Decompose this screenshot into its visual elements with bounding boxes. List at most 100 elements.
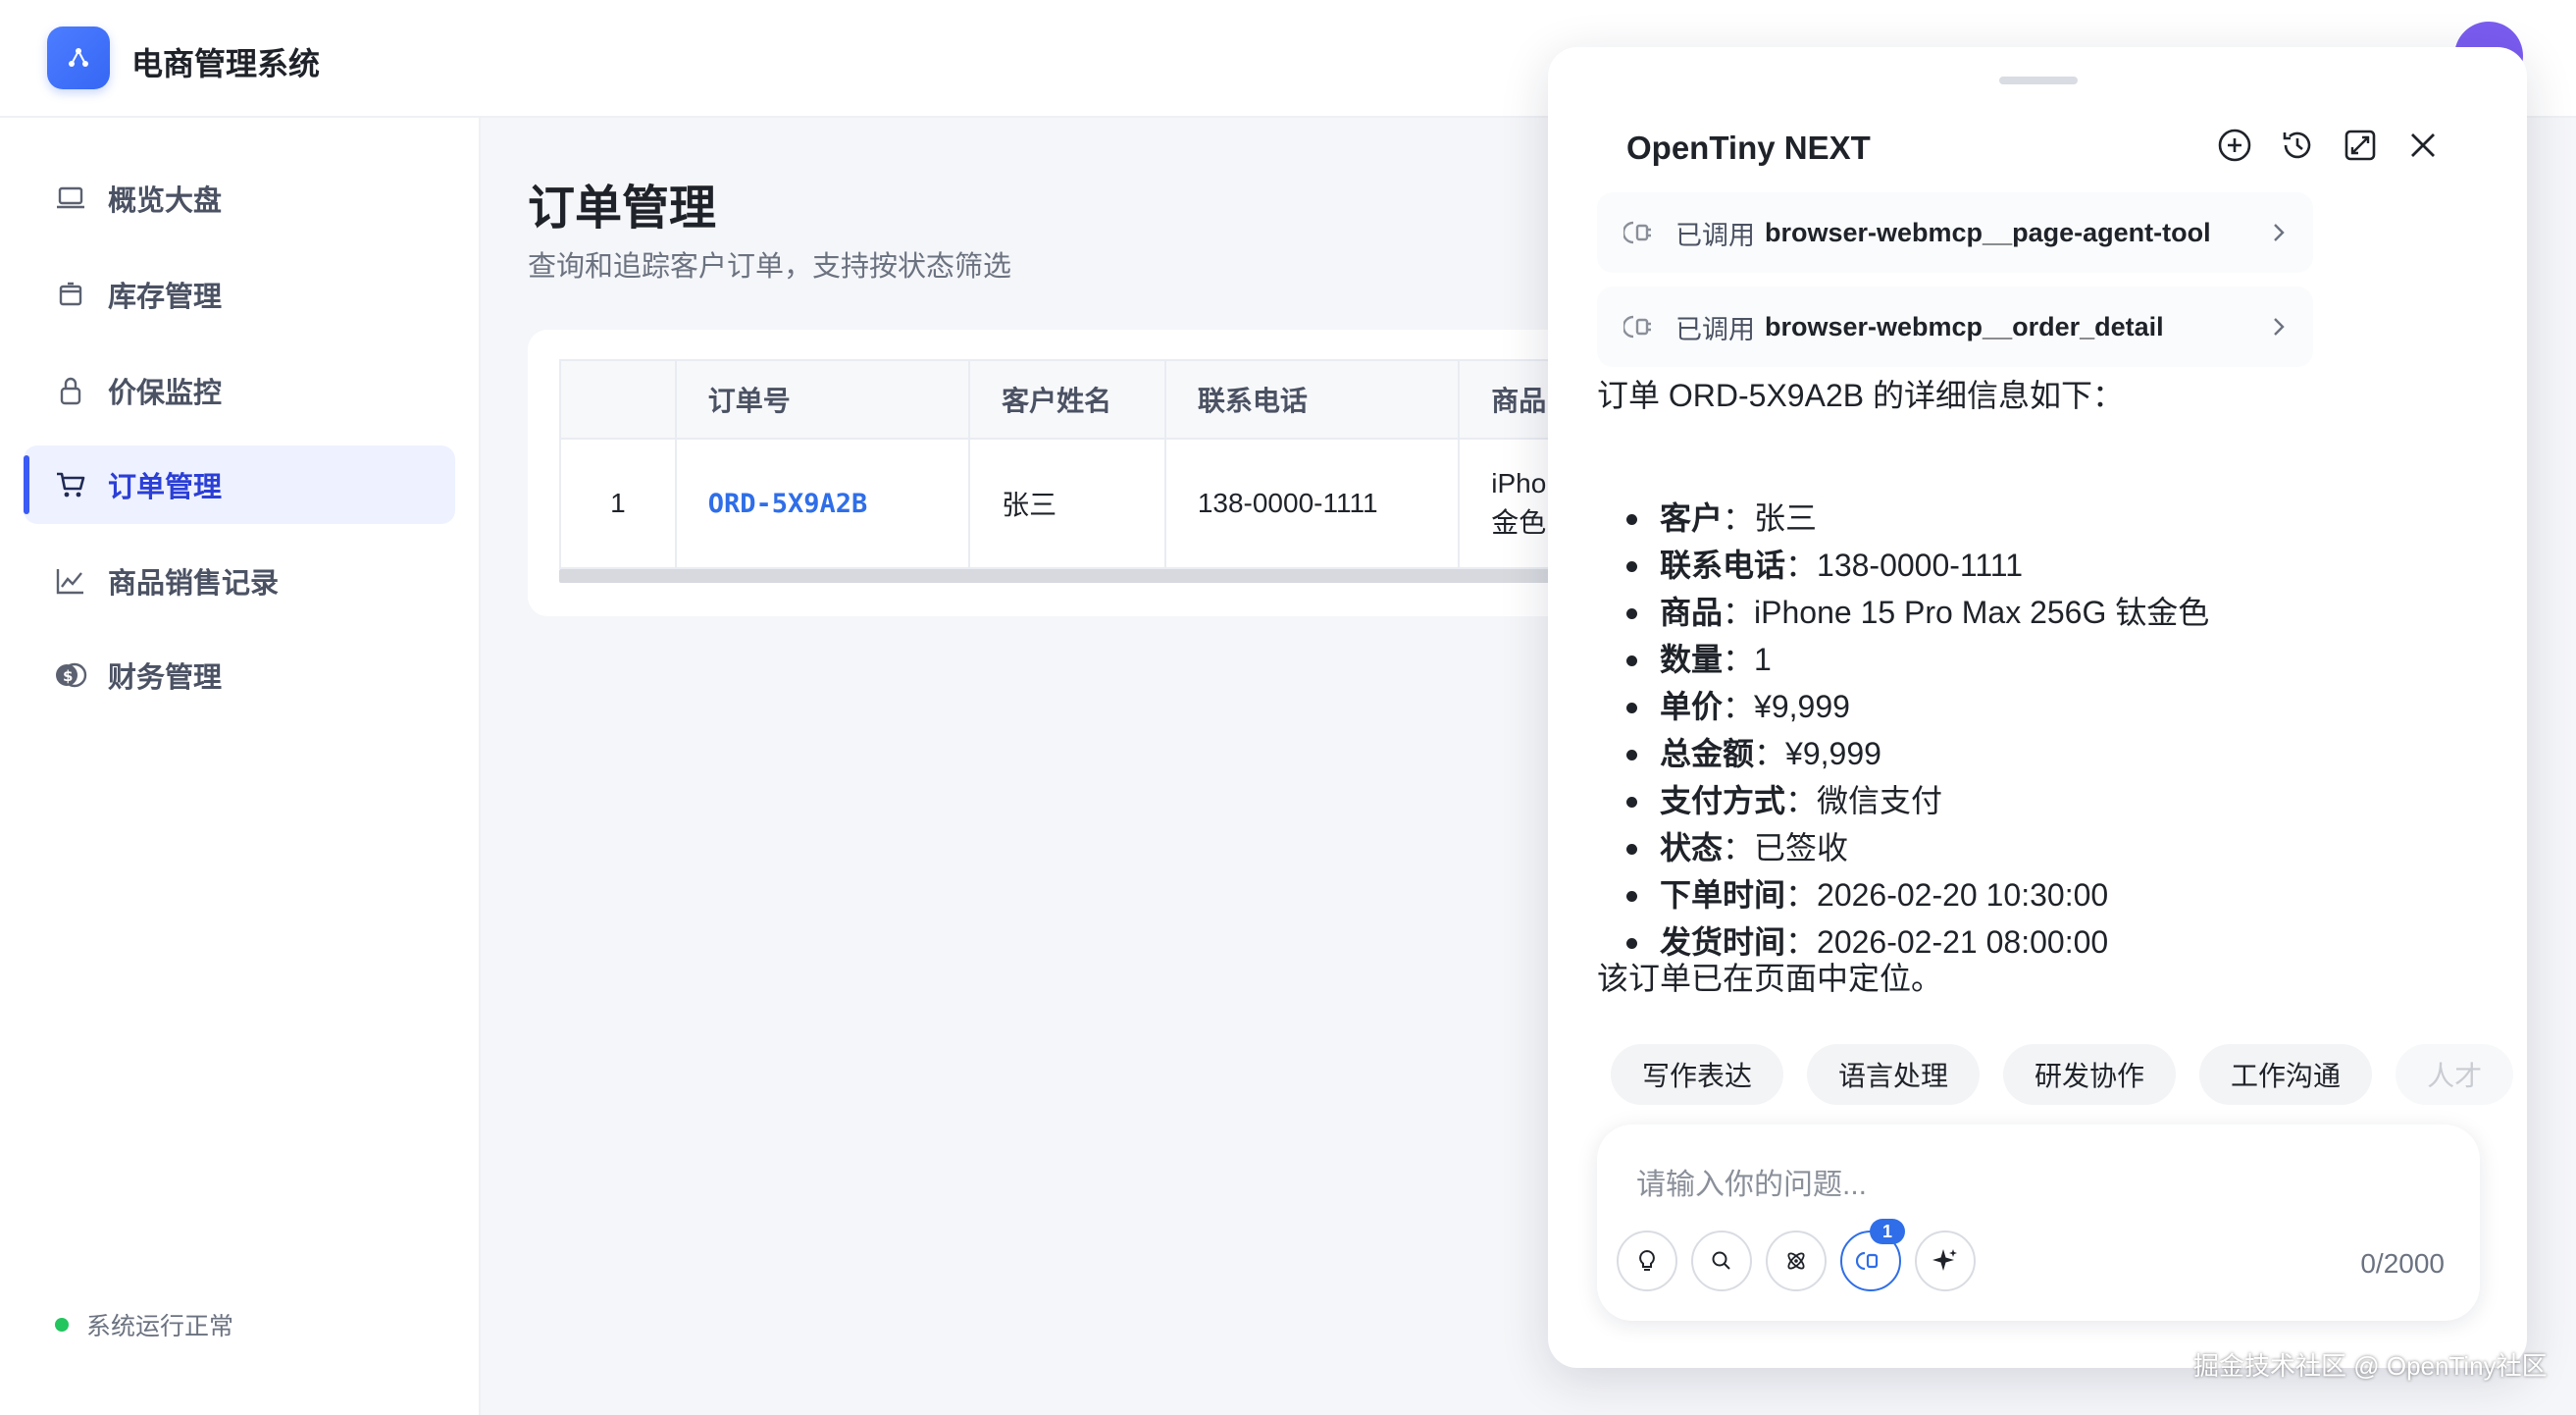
logo-icon: [69, 48, 88, 67]
chevron-right-icon: [2266, 312, 2292, 341]
sidebar-item-price-protect[interactable]: 价保监控: [24, 351, 455, 430]
detail-value: iPhone 15 Pro Max 256G 钛金色: [1754, 595, 2210, 630]
phone-cell: 138-0000-1111: [1165, 440, 1461, 569]
detail-key: 联系电话: [1660, 548, 1786, 583]
char-counter: 0/2000: [2360, 1248, 2445, 1279]
table-row[interactable]: 1 ORD-5X9A2B 张三 138-0000-1111 iPho 金色: [561, 440, 1607, 569]
bulb-icon: [1639, 1249, 1655, 1271]
drag-handle[interactable]: [1999, 77, 2078, 84]
sidebar-item-overview[interactable]: 概览大盘: [24, 159, 455, 237]
assistant-message-outro: 该订单已在页面中定位。: [1597, 961, 1943, 996]
input-toolbar: 1: [1617, 1219, 1989, 1291]
app-logo[interactable]: [47, 26, 110, 89]
list-item: 单价：¥9,999: [1626, 683, 2209, 730]
tool-call-name: browser-webmcp__page-agent-tool: [1765, 217, 2211, 247]
tool-call-name: browser-webmcp__order_detail: [1765, 311, 2164, 341]
sparkle-icon: [1932, 1249, 1957, 1271]
svg-text:$: $: [63, 667, 73, 685]
header-order-id[interactable]: 订单号: [676, 361, 971, 440]
list-item: 总金额：¥9,999: [1626, 730, 2209, 777]
row-index: 1: [561, 440, 677, 569]
sidebar-item-label: 价保监控: [108, 378, 223, 409]
list-item: 支付方式：微信支付: [1626, 777, 2209, 824]
plugin-icon: [1856, 1251, 1879, 1271]
chip-writing[interactable]: 写作表达: [1611, 1044, 1784, 1105]
product-line: 金色: [1491, 507, 1547, 538]
chip-talent[interactable]: 人才: [2396, 1044, 2514, 1105]
detail-value: 微信支付: [1817, 783, 1943, 818]
atom-button[interactable]: [1766, 1231, 1827, 1291]
lock-icon: [53, 373, 88, 408]
detail-value: 张三: [1754, 500, 1818, 536]
chip-language[interactable]: 语言处理: [1807, 1044, 1981, 1105]
tool-call-item[interactable]: 已调用 browser-webmcp__order_detail: [1597, 287, 2313, 367]
search-icon: [1712, 1251, 1730, 1270]
chat-input[interactable]: 请输入你的问题...: [1636, 1160, 1867, 1203]
sidebar-item-orders[interactable]: 订单管理: [24, 445, 455, 524]
detail-value: 2026-02-20 10:30:00: [1817, 877, 2109, 913]
plugin-icon: [1623, 310, 1656, 343]
prompt-chips: 写作表达 语言处理 研发协作 工作沟通 人才: [1611, 1044, 2527, 1105]
history-icon[interactable]: [2278, 126, 2317, 165]
coins-icon: $: [53, 657, 88, 693]
app-title: 电商管理系统: [131, 46, 321, 81]
sidebar-item-label: 概览大盘: [108, 185, 223, 217]
detail-key: 数量: [1660, 642, 1724, 677]
detail-value: 1: [1754, 642, 1772, 677]
orders-table-card: 订单号 客户姓名 联系电话 商品 1 ORD-5X9A2B 张三 138-000…: [528, 330, 1607, 616]
detail-value: 138-0000-1111: [1817, 548, 2023, 583]
assistant-title: OpenTiny NEXT: [1626, 130, 1871, 166]
detail-key: 状态: [1660, 830, 1724, 865]
customer-cell: 张三: [970, 440, 1166, 569]
expand-icon[interactable]: [2341, 126, 2380, 165]
search-button[interactable]: [1691, 1231, 1752, 1291]
plugin-icon: [1623, 216, 1656, 249]
tool-call-item[interactable]: 已调用 browser-webmcp__page-agent-tool: [1597, 192, 2313, 273]
list-item: 状态：已签收: [1626, 824, 2209, 871]
order-id-cell: ORD-5X9A2B: [676, 440, 971, 569]
detail-value: ¥9,999: [1785, 736, 1881, 771]
watermark: 掘金技术社区 @ OpenTiny社区: [2193, 1351, 2548, 1381]
detail-key: 客户: [1660, 500, 1724, 536]
orders-table: 订单号 客户姓名 联系电话 商品 1 ORD-5X9A2B 张三 138-000…: [559, 359, 1607, 569]
chat-input-box[interactable]: 请输入你的问题... 1 0/2000: [1597, 1125, 2480, 1321]
sidebar-item-finance[interactable]: $ 财务管理: [24, 636, 455, 714]
sidebar-item-sales-records[interactable]: 商品销售记录: [24, 542, 455, 620]
list-item: 联系电话：138-0000-1111: [1626, 542, 2209, 589]
detail-key: 总金额: [1660, 736, 1755, 771]
sidebar: 概览大盘 库存管理 价保监控 订单管理 商品销售记录 $ 财务管理: [0, 118, 481, 1415]
list-item: 数量：1: [1626, 636, 2209, 683]
box-icon: [53, 277, 88, 312]
bulb-button[interactable]: [1617, 1231, 1677, 1291]
plugin-button[interactable]: 1: [1840, 1219, 1905, 1291]
chevron-right-icon: [2266, 218, 2292, 247]
tool-call-prefix: 已调用: [1675, 314, 1755, 344]
list-item: 下单时间：2026-02-20 10:30:00: [1626, 871, 2209, 918]
status-text: 系统运行正常: [86, 1313, 234, 1340]
new-chat-icon[interactable]: [2215, 126, 2254, 165]
detail-value: ¥9,999: [1754, 689, 1850, 724]
status-dot: [55, 1318, 69, 1332]
order-id-link[interactable]: ORD-5X9A2B: [708, 489, 868, 519]
assistant-message-intro: 订单 ORD-5X9A2B 的详细信息如下：: [1597, 378, 2124, 413]
sparkle-button[interactable]: [1915, 1231, 1976, 1291]
laptop-icon: [53, 181, 88, 216]
order-detail-list: 客户：张三 联系电话：138-0000-1111 商品：iPhone 15 Pr…: [1626, 495, 2209, 966]
chip-dev[interactable]: 研发协作: [2003, 1044, 2177, 1105]
header-customer[interactable]: 客户姓名: [970, 361, 1166, 440]
detail-key: 下单时间: [1660, 877, 1786, 913]
sidebar-item-label: 商品销售记录: [108, 568, 280, 600]
sidebar-item-inventory[interactable]: 库存管理: [24, 255, 455, 334]
system-status: 系统运行正常: [55, 1307, 233, 1342]
assistant-panel: OpenTiny NEXT 已调用 browser-webmcp__page-a…: [1548, 47, 2527, 1368]
table-header: 订单号 客户姓名 联系电话 商品: [561, 361, 1607, 440]
chip-communication[interactable]: 工作沟通: [2199, 1044, 2373, 1105]
cart-icon: [53, 467, 88, 502]
header-phone[interactable]: 联系电话: [1165, 361, 1461, 440]
assistant-actions: [2215, 126, 2466, 165]
sidebar-item-label: 库存管理: [108, 282, 223, 313]
horizontal-scrollbar[interactable]: [559, 569, 1607, 583]
page-title: 订单管理: [528, 183, 717, 235]
close-icon[interactable]: [2403, 126, 2443, 165]
tool-call-prefix: 已调用: [1675, 220, 1755, 250]
